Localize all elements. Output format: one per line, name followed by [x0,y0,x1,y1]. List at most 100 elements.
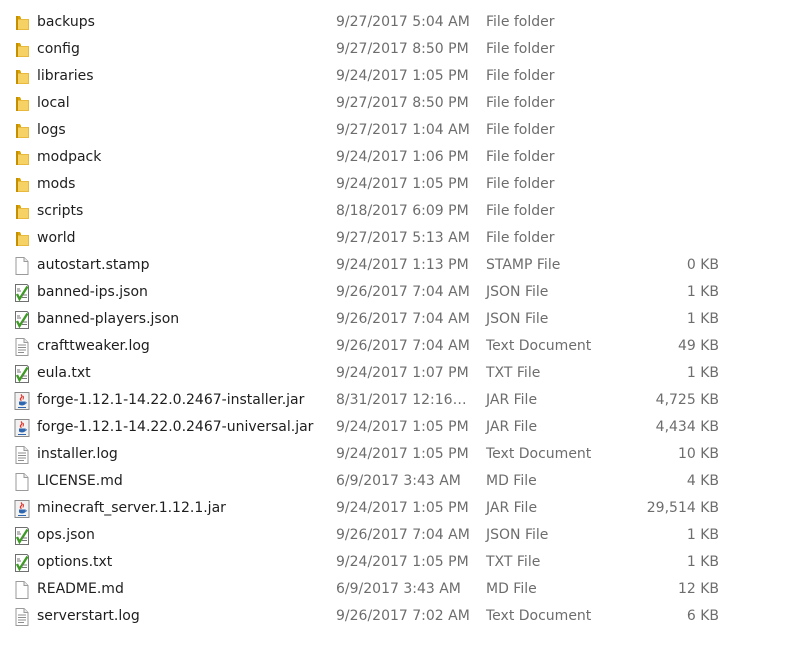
file-date-modified: 6/9/2017 3:43 AM [336,581,461,597]
file-row[interactable]: LICENSE.md 6/9/2017 3:43 AM MD File 4 KB [0,469,809,496]
file-name: forge-1.12.1-14.22.0.2467-installer.jar [37,392,305,408]
file-date-modified: 8/31/2017 12:16 A... [336,392,470,408]
file-name: installer.log [37,446,118,462]
file-type: JAR File [486,419,538,435]
file-row[interactable]: banned-ips.json 9/26/2017 7:04 AM JSON Fil… [0,280,809,307]
file-row[interactable]: serverstart.log 9/26/2017 7:02 AM Text Doc… [0,604,809,631]
file-row[interactable]: libraries 9/24/2017 1:05 PM File folder [0,64,809,91]
file-row[interactable]: autostart.stamp 9/24/2017 1:13 PM STAMP Fi… [0,253,809,280]
file-row[interactable]: modpack 9/24/2017 1:06 PM File folder [0,145,809,172]
file-type: File folder [486,41,555,57]
file-size: 29,514 KB [646,500,719,516]
file-size: 4 KB [686,473,719,489]
java-jar-icon [12,499,32,519]
file-name: banned-ips.json [37,284,148,300]
file-size: 49 KB [677,338,719,354]
editable-file-icon [12,364,32,384]
file-type: Text Document [486,338,592,354]
file-date-modified: 9/24/2017 1:05 PM [336,419,469,435]
file-size: 1 KB [686,284,719,300]
file-name: banned-players.json [37,311,180,327]
file-name: local [37,95,70,111]
file-row[interactable]: README.md 6/9/2017 3:43 AM MD File 12 KB [0,577,809,604]
file-name: mods [37,176,76,192]
file-row[interactable]: installer.log 9/24/2017 1:05 PM Text Docum… [0,442,809,469]
editable-file-icon [12,283,32,303]
file-row[interactable]: options.txt 9/24/2017 1:05 PM TXT File 1 KB [0,550,809,577]
file-name: LICENSE.md [37,473,123,489]
file-row[interactable]: eula.txt 9/24/2017 1:07 PM TXT File 1 KB [0,361,809,388]
file-date-modified: 9/24/2017 1:05 PM [336,554,469,570]
file-row[interactable]: logs 9/27/2017 1:04 AM File folder [0,118,809,145]
folder-icon [12,148,32,168]
file-type: File folder [486,122,555,138]
file-name: minecraft_server.1.12.1.jar [37,500,226,516]
file-row[interactable]: world 9/27/2017 5:13 AM File folder [0,226,809,253]
file-type: JSON File [486,284,549,300]
file-row[interactable]: ops.json 9/26/2017 7:04 AM JSON File 1 KB [0,523,809,550]
file-type: Text Document [486,446,592,462]
editable-file-icon [12,553,32,573]
file-size: 1 KB [686,365,719,381]
file-name: README.md [37,581,124,597]
text-file-icon [12,607,32,627]
file-row[interactable]: forge-1.12.1-14.22.0.2467-installer.jar 8… [0,388,809,415]
file-row[interactable]: banned-players.json 9/26/2017 7:04 AM JSON… [0,307,809,334]
file-size: 1 KB [686,527,719,543]
file-type: File folder [486,176,555,192]
file-type: File folder [486,95,555,111]
blank-file-icon [12,580,32,600]
file-name: crafttweaker.log [37,338,150,354]
folder-icon [12,94,32,114]
file-type: File folder [486,14,555,30]
file-name: logs [37,122,66,138]
file-date-modified: 9/24/2017 1:05 PM [336,68,469,84]
file-type: TXT File [486,365,541,381]
file-date-modified: 9/24/2017 1:05 PM [336,446,469,462]
file-date-modified: 9/27/2017 1:04 AM [336,122,470,138]
file-type: MD File [486,581,537,597]
folder-icon [12,202,32,222]
folder-icon [12,40,32,60]
file-date-modified: 9/26/2017 7:04 AM [336,311,470,327]
file-date-modified: 9/27/2017 5:04 AM [336,14,470,30]
file-date-modified: 9/27/2017 5:13 AM [336,230,470,246]
file-name: serverstart.log [37,608,140,624]
file-row[interactable]: crafttweaker.log 9/26/2017 7:04 AM Text Do… [0,334,809,361]
folder-icon [12,121,32,141]
file-row[interactable]: config 9/27/2017 8:50 PM File folder [0,37,809,64]
file-row[interactable]: local 9/27/2017 8:50 PM File folder [0,91,809,118]
file-type: File folder [486,230,555,246]
file-name: libraries [37,68,94,84]
file-name: backups [37,14,95,30]
file-row[interactable]: minecraft_server.1.12.1.jar 9/24/2017 1:0… [0,496,809,523]
file-size: 0 KB [686,257,719,273]
file-date-modified: 9/24/2017 1:13 PM [336,257,469,273]
file-type: JAR File [486,392,538,408]
file-type: Text Document [486,608,592,624]
file-date-modified: 9/24/2017 1:05 PM [336,500,469,516]
file-type: File folder [486,68,555,84]
file-type: JAR File [486,500,538,516]
file-name: modpack [37,149,102,165]
file-date-modified: 9/26/2017 7:02 AM [336,608,470,624]
file-type: TXT File [486,554,541,570]
file-size: 12 KB [677,581,719,597]
file-name: autostart.stamp [37,257,150,273]
blank-file-icon [12,256,32,276]
file-row[interactable]: mods 9/24/2017 1:05 PM File folder [0,172,809,199]
editable-file-icon [12,310,32,330]
file-date-modified: 9/26/2017 7:04 AM [336,338,470,354]
file-row[interactable]: backups 9/27/2017 5:04 AM File folder [0,10,809,37]
file-date-modified: 9/26/2017 7:04 AM [336,527,470,543]
file-size: 4,725 KB [655,392,719,408]
file-name: scripts [37,203,84,219]
file-name: options.txt [37,554,113,570]
file-row[interactable]: scripts 8/18/2017 6:09 PM File folder [0,199,809,226]
file-date-modified: 8/18/2017 6:09 PM [336,203,469,219]
file-date-modified: 6/9/2017 3:43 AM [336,473,461,489]
folder-icon [12,13,32,33]
file-date-modified: 9/27/2017 8:50 PM [336,41,469,57]
folder-icon [12,67,32,87]
file-row[interactable]: forge-1.12.1-14.22.0.2467-universal.jar 9… [0,415,809,442]
